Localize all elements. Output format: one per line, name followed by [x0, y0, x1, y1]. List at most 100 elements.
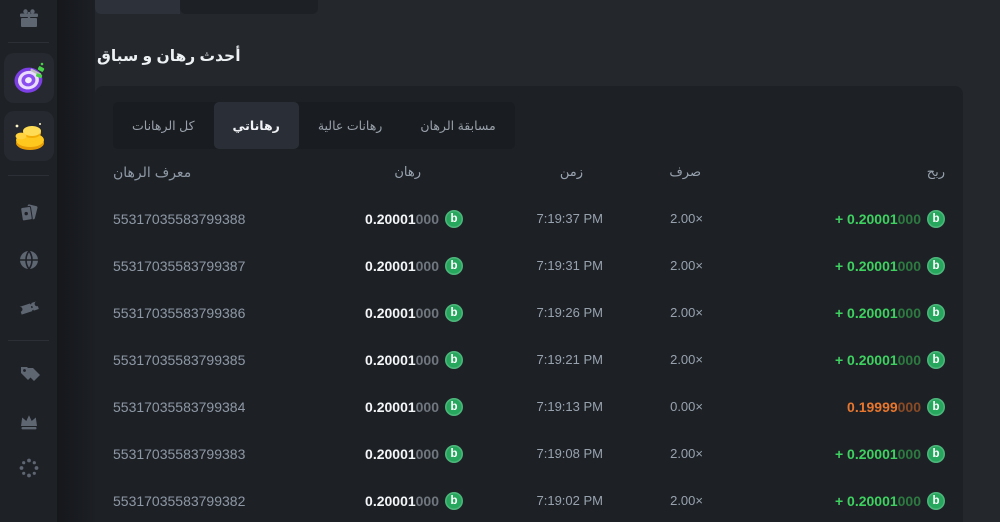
column-header-profit: ربح	[703, 164, 945, 180]
bet-profit: + 0.20001000 b	[703, 257, 945, 275]
coin-icon: b	[927, 304, 945, 322]
bet-profit: + 0.20001000 b	[703, 445, 945, 463]
bet-time: 7:19:21 PM	[463, 352, 603, 367]
bet-profit: + 0.20001000 b	[703, 210, 945, 228]
bet-time: 7:19:02 PM	[463, 493, 603, 508]
coin-icon: b	[927, 492, 945, 510]
table-row[interactable]: 55317035583799383 0.20001000 b 7:19:08 P…	[113, 430, 945, 477]
fairness-icon[interactable]	[0, 451, 57, 485]
bets-card: كل الرهانات رهاناتي رهانات عالية مسابقة …	[95, 86, 963, 522]
bet-amount-dim: 000	[416, 399, 439, 415]
bet-amount: 0.20001000 b	[343, 351, 463, 369]
bet-amount: 0.20001000 b	[343, 445, 463, 463]
tags-icon[interactable]	[0, 357, 57, 391]
bet-profit-main: + 0.20001	[835, 446, 898, 462]
bet-payout: 0.00×	[603, 399, 703, 414]
bet-profit-main: + 0.20001	[835, 493, 898, 509]
coin-icon: b	[445, 351, 463, 369]
bet-payout: 2.00×	[603, 446, 703, 461]
table-row[interactable]: 55317035583799384 0.20001000 b 7:19:13 P…	[113, 383, 945, 430]
table-row[interactable]: 55317035583799386 0.20001000 b 7:19:26 P…	[113, 289, 945, 336]
bet-payout: 2.00×	[603, 352, 703, 367]
sidebar	[0, 0, 57, 522]
bet-id: 55317035583799383	[113, 446, 343, 462]
bet-amount-dim: 000	[416, 258, 439, 274]
bet-amount-main: 0.20001	[365, 399, 416, 415]
table-row[interactable]: 55317035583799388 0.20001 000 b 7:19:37 P…	[113, 195, 945, 242]
coin-icon: b	[927, 398, 945, 416]
column-header-bet-id: معرف الرهان	[113, 164, 343, 181]
table-row[interactable]: 55317035583799382 0.20001000 b 7:19:02 P…	[113, 477, 945, 522]
bet-amount-dim: 000	[416, 305, 439, 321]
column-header-time: زمن	[463, 164, 603, 180]
bet-amount-dim: 000	[416, 446, 439, 462]
coin-icon: b	[927, 351, 945, 369]
table-row[interactable]: 55317035583799385 0.20001000 b 7:19:21 P…	[113, 336, 945, 383]
bet-profit-main: 0.19999	[847, 399, 898, 415]
tab-all-bets[interactable]: كل الرهانات	[113, 102, 214, 149]
bet-amount: 0.20001000 b	[343, 257, 463, 275]
bet-profit-main: + 0.20001	[835, 211, 898, 227]
bet-profit: + 0.20001000 b	[703, 492, 945, 510]
table-body: 55317035583799388 0.20001000 b 7:19:37 P…	[113, 195, 945, 522]
bet-id: 55317035583799382	[113, 493, 343, 509]
coin-icon: b	[445, 398, 463, 416]
tab-bet-contest[interactable]: مسابقة الرهان	[401, 102, 514, 149]
bet-time: 7:19:37 PM	[463, 211, 603, 226]
bet-id: 55317035583799387	[113, 258, 343, 274]
basketball-icon[interactable]	[0, 243, 57, 277]
bet-amount-dim: 000	[416, 493, 439, 509]
bet-amount-main: 0.20001	[365, 493, 416, 509]
bet-payout: 2.00×	[603, 211, 703, 226]
bet-payout: 2.00×	[603, 305, 703, 320]
bet-profit: + 0.20001000 b	[703, 304, 945, 322]
column-header-bet: رهان	[343, 164, 463, 180]
bet-profit-main: + 0.20001	[835, 352, 898, 368]
bet-amount-main: 0.20001	[365, 305, 416, 321]
coin-icon: b	[927, 210, 945, 228]
bet-profit-dim: 000	[898, 352, 921, 368]
tab-my-bets[interactable]: رهاناتي	[214, 102, 299, 149]
bet-amount: 0.20001000 b	[343, 304, 463, 322]
sidebar-gutter	[57, 0, 95, 522]
main-content: أحدث رهان و سباق كل الرهانات رهاناتي رها…	[95, 0, 1000, 522]
tab-high-bets[interactable]: رهانات عالية	[299, 102, 402, 149]
coin-icon: b	[445, 257, 463, 275]
coin-icon: b	[927, 445, 945, 463]
bet-id: 55317035583799384	[113, 399, 343, 415]
table-row[interactable]: 55317035583799387 0.20001000 b 7:19:31 P…	[113, 242, 945, 289]
crown-icon[interactable]	[0, 404, 57, 438]
bet-profit-main: + 0.20001	[835, 305, 898, 321]
coin-icon: b	[445, 210, 463, 228]
top-button-left[interactable]	[95, 0, 180, 14]
bet-profit: 0.19999000 b	[703, 398, 945, 416]
bet-profit-main: + 0.20001	[835, 258, 898, 274]
gift-icon[interactable]	[0, 2, 57, 36]
column-header-payout: صرف	[603, 164, 703, 180]
bet-amount: 0.20001000 b	[343, 492, 463, 510]
bets-tabs: كل الرهانات رهاناتي رهانات عالية مسابقة …	[113, 102, 515, 149]
darts-target-icon[interactable]	[4, 53, 54, 103]
ticket-icon[interactable]	[0, 290, 57, 324]
top-button-right[interactable]	[180, 0, 318, 14]
bet-payout: 2.00×	[603, 493, 703, 508]
app-window: أحدث رهان و سباق كل الرهانات رهاناتي رها…	[0, 0, 1000, 522]
bet-profit-dim: 000	[898, 305, 921, 321]
bet-profit-dim: 000	[898, 258, 921, 274]
bet-profit-dim: 000	[898, 399, 921, 415]
bet-id: 55317035583799386	[113, 305, 343, 321]
bet-time: 7:19:08 PM	[463, 446, 603, 461]
bet-id: 55317035583799388	[113, 211, 343, 227]
coins-icon[interactable]	[4, 111, 54, 161]
bet-amount: 0.20001000 b	[343, 398, 463, 416]
bet-payout: 2.00×	[603, 258, 703, 273]
bet-id: 55317035583799385	[113, 352, 343, 368]
bet-profit-dim: 000	[898, 211, 921, 227]
bet-profit-dim: 000	[898, 446, 921, 462]
coin-icon: b	[445, 492, 463, 510]
cards-icon[interactable]	[0, 196, 57, 230]
bet-amount-main: 0.20001	[365, 211, 416, 227]
bet-time: 7:19:26 PM	[463, 305, 603, 320]
bet-amount-main: 0.20001	[365, 258, 416, 274]
coin-icon: b	[445, 304, 463, 322]
